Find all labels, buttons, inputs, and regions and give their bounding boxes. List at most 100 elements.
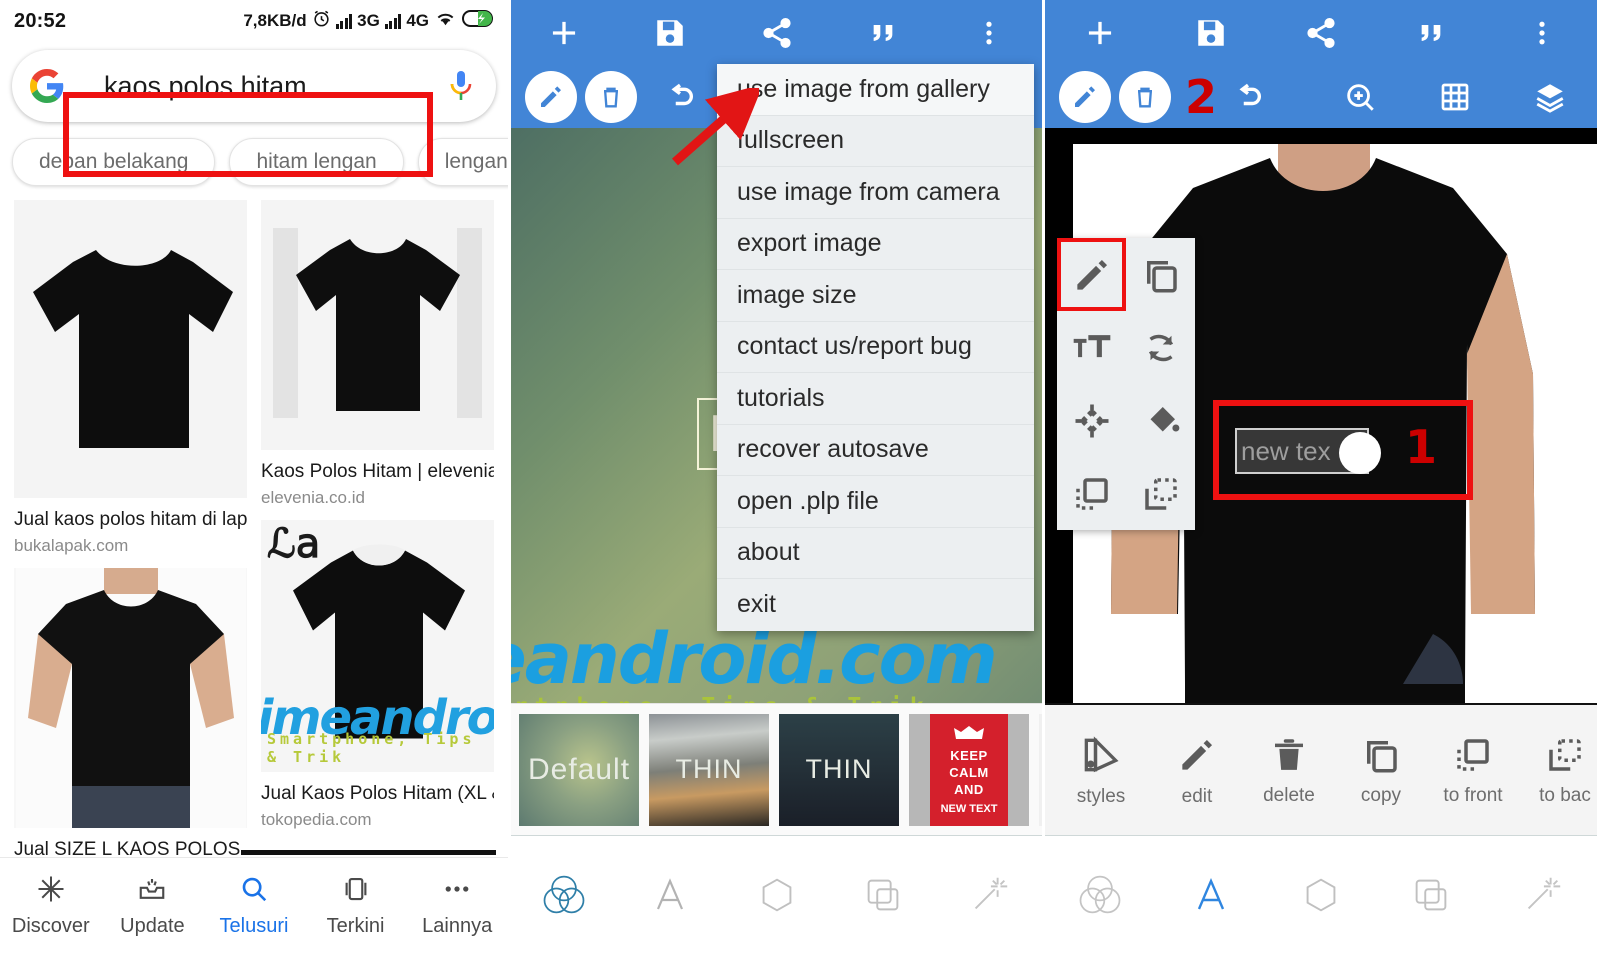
- panel-google-search: 20:52 7,8KB/d 3G 4G kaos polos hitam dep…: [0, 0, 508, 953]
- result-thumbnail[interactable]: [14, 567, 247, 828]
- result-thumbnail[interactable]: ℒ𝖺 imeandroid.com Smartphone, Tips & Tri…: [261, 519, 494, 772]
- step-marker-1: 1: [1404, 420, 1437, 474]
- search-input[interactable]: kaos polos hitam: [64, 71, 448, 102]
- result-card[interactable]: ℒ𝖺 imeandroid.com Smartphone, Tips & Tri…: [261, 519, 494, 830]
- result-card[interactable]: Jual kaos polos hitam di lapa… bukalapak…: [14, 200, 247, 556]
- result-thumbnail[interactable]: [14, 200, 247, 498]
- app-bar: 2: [1045, 0, 1597, 128]
- tab-filters[interactable]: [1045, 869, 1155, 921]
- edit-circle-icon[interactable]: [1059, 71, 1111, 123]
- edit-circle-icon[interactable]: [525, 71, 577, 123]
- editor-canvas[interactable]: new tex 1: [1045, 128, 1597, 742]
- text-size-tool[interactable]: [1057, 311, 1126, 384]
- style-thumbnail-keep-calm[interactable]: KEEP CALM AND NEW TEXT: [909, 713, 1029, 826]
- result-title[interactable]: Kaos Polos Hitam | elevenia: [261, 460, 494, 484]
- menu-item-use-image-from-gallery[interactable]: use image from gallery: [717, 64, 1034, 116]
- nav-label: Lainnya: [422, 914, 493, 937]
- action-label: styles: [1076, 785, 1126, 807]
- overflow-menu-icon[interactable]: [936, 18, 1042, 48]
- result-site: bukalapak.com: [14, 535, 129, 555]
- tab-layers[interactable]: [830, 872, 936, 918]
- style-thumbnail-strip[interactable]: Default THIN THIN KEEP CALM AND NEW TEXT: [511, 703, 1042, 835]
- copy-tool[interactable]: [1126, 238, 1195, 311]
- save-icon[interactable]: [617, 16, 723, 50]
- tab-layers[interactable]: [1376, 872, 1486, 918]
- tab-effects[interactable]: [1487, 872, 1597, 918]
- action-copy[interactable]: copy: [1335, 734, 1427, 807]
- rotate-tool[interactable]: [1126, 311, 1195, 384]
- menu-item-use-image-from-camera[interactable]: use image from camera: [717, 167, 1034, 219]
- action-edit[interactable]: edit: [1151, 733, 1243, 808]
- fill-bucket-tool[interactable]: [1126, 384, 1195, 457]
- menu-item-exit[interactable]: exit: [717, 579, 1034, 631]
- tab-effects[interactable]: [936, 872, 1042, 918]
- network-type-2: 4G: [406, 11, 429, 30]
- save-icon[interactable]: [1155, 16, 1265, 50]
- thumbnail-label: THIN: [805, 754, 873, 784]
- result-card[interactable]: Jual SIZE L KAOS POLOS HIT…: [14, 567, 247, 862]
- undo-icon[interactable]: [1231, 78, 1265, 117]
- result-card[interactable]: Kaos Polos Hitam | elevenia elevenia.co.…: [261, 200, 494, 508]
- microphone-icon[interactable]: [448, 69, 474, 103]
- pencil-tool[interactable]: [1057, 238, 1126, 311]
- result-thumbnail[interactable]: [261, 200, 494, 450]
- share-icon[interactable]: [1266, 16, 1376, 50]
- menu-item-tutorials[interactable]: tutorials: [717, 373, 1034, 425]
- hexagon-icon: [1306, 878, 1336, 911]
- share-icon[interactable]: [723, 16, 829, 50]
- style-thumbnail-thin-bokeh[interactable]: THIN: [649, 713, 769, 826]
- menu-item-image-size[interactable]: image size: [717, 270, 1034, 322]
- action-styles[interactable]: styles: [1055, 733, 1147, 808]
- tab-filters[interactable]: [511, 869, 617, 921]
- align-center-tool[interactable]: [1057, 384, 1126, 457]
- result-title[interactable]: Jual kaos polos hitam di lapa…: [14, 508, 247, 532]
- delete-circle-icon[interactable]: [1119, 71, 1171, 123]
- result-site: tokopedia.com: [261, 809, 372, 829]
- layers-icon[interactable]: [1502, 80, 1597, 114]
- scroll-handle-bar: [241, 850, 496, 855]
- menu-item-fullscreen[interactable]: fullscreen: [717, 116, 1034, 167]
- bottom-navigation: Discover Update Telusuri Terkini Lainnya: [0, 857, 508, 953]
- text-layer-handle[interactable]: [1339, 432, 1381, 474]
- nav-terkini[interactable]: Terkini: [305, 874, 407, 938]
- delete-circle-icon[interactable]: [585, 71, 637, 123]
- menu-item-open-plp-file[interactable]: open .plp file: [717, 476, 1034, 528]
- menu-item-about[interactable]: about: [717, 528, 1034, 579]
- tab-shapes[interactable]: [723, 872, 829, 918]
- add-icon[interactable]: [1045, 14, 1155, 52]
- nav-discover[interactable]: Discover: [0, 874, 102, 938]
- grid-icon[interactable]: [1408, 81, 1503, 113]
- tab-text[interactable]: [617, 871, 723, 919]
- overflow-menu-icon[interactable]: [1487, 18, 1597, 48]
- thumbnail-label: THIN: [675, 754, 743, 784]
- pencil-icon: [1182, 739, 1213, 770]
- nav-update[interactable]: Update: [102, 874, 204, 938]
- chip-hitam-lengan[interactable]: hitam lengan: [229, 138, 404, 186]
- search-bar[interactable]: kaos polos hitam: [12, 50, 496, 122]
- network-type-1: 3G: [357, 11, 380, 30]
- style-thumbnail-default[interactable]: Default: [519, 713, 639, 826]
- action-to-front[interactable]: to front: [1427, 734, 1519, 807]
- add-icon[interactable]: [511, 14, 617, 52]
- quote-icon[interactable]: [1376, 17, 1486, 49]
- search-results: Jual kaos polos hitam di lapa… bukalapak…: [0, 196, 508, 874]
- magic-wand-icon: [974, 877, 1008, 909]
- tab-shapes[interactable]: [1266, 872, 1376, 918]
- style-thumbnail-thin-dark[interactable]: THIN: [779, 713, 899, 826]
- result-title[interactable]: Jual Kaos Polos Hitam (XL & …: [261, 782, 494, 806]
- action-to-back[interactable]: to bac: [1519, 734, 1597, 807]
- action-delete[interactable]: delete: [1243, 734, 1335, 807]
- to-front-tool[interactable]: [1057, 457, 1126, 530]
- secondary-left-group: 2: [1045, 70, 1265, 124]
- tab-text[interactable]: [1155, 871, 1265, 919]
- menu-item-contact-us[interactable]: contact us/report bug: [717, 322, 1034, 373]
- menu-item-export-image[interactable]: export image: [717, 219, 1034, 270]
- chip-depan-belakang[interactable]: depan belakang: [12, 138, 216, 186]
- menu-item-recover-autosave[interactable]: recover autosave: [717, 425, 1034, 476]
- chip-lengan-pendek[interactable]: lengan pend: [417, 138, 508, 186]
- nav-lainnya[interactable]: Lainnya: [406, 874, 508, 938]
- quote-icon[interactable]: [830, 17, 936, 49]
- nav-telusuri[interactable]: Telusuri: [203, 874, 305, 938]
- zoom-in-icon[interactable]: [1313, 80, 1408, 114]
- to-back-tool[interactable]: [1126, 457, 1195, 530]
